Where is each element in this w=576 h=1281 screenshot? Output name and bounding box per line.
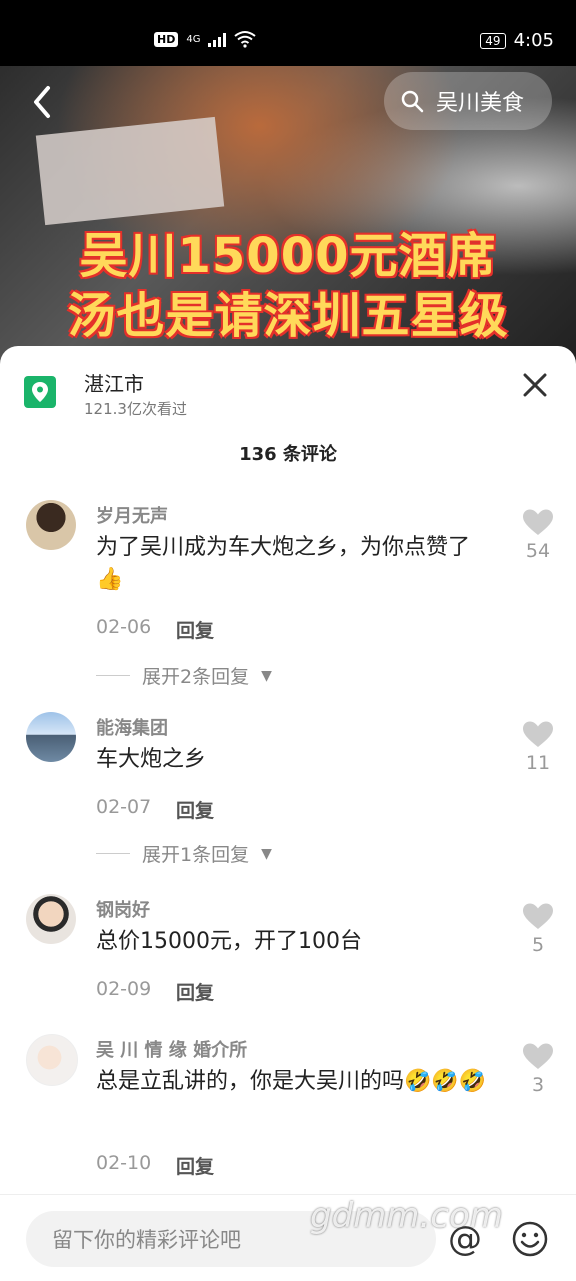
- expand-replies[interactable]: 展开1条回复 ▼: [96, 840, 272, 867]
- comment-date: 02-07: [96, 796, 152, 818]
- expand-replies-label: 展开1条回复: [142, 844, 250, 866]
- avatar[interactable]: [26, 500, 76, 550]
- comment-username[interactable]: 钢岗好: [96, 896, 150, 922]
- chevron-down-icon: ▼: [261, 845, 272, 862]
- status-bar: HD 4G 49 4:05: [0, 0, 576, 66]
- expand-replies[interactable]: 展开2条回复 ▼: [96, 662, 272, 689]
- divider: [96, 853, 130, 854]
- comment-username[interactable]: 能海集团: [96, 714, 168, 740]
- comment-date: 02-06: [96, 616, 152, 638]
- video-player[interactable]: 吴川美食 吴川15000元酒席 汤也是请深圳五星级: [0, 66, 576, 366]
- battery-icon: 49: [480, 32, 506, 49]
- comment-username[interactable]: 岁月无声: [96, 502, 168, 528]
- reply-button[interactable]: 回复: [176, 796, 214, 823]
- video-caption-line-2: 汤也是请深圳五星级: [67, 288, 509, 344]
- like-count: 54: [525, 540, 551, 562]
- hd-badge: HD: [154, 31, 179, 47]
- search-label: 吴川美食: [436, 91, 525, 116]
- location-pin-icon[interactable]: [24, 376, 56, 408]
- heart-icon[interactable]: [518, 720, 558, 748]
- search-icon: [401, 90, 424, 113]
- comment-text: 车大炮之乡: [96, 747, 207, 772]
- signal-icon: [208, 31, 227, 47]
- comment-text: 为了吴川成为车大炮之乡，为你点赞了👍: [96, 535, 471, 592]
- watermark: gdmm.com: [310, 1196, 503, 1236]
- search-pill[interactable]: 吴川美食: [384, 72, 552, 130]
- comment-date: 02-10: [96, 1152, 152, 1174]
- chevron-down-icon: ▼: [261, 667, 272, 684]
- avatar[interactable]: [26, 894, 76, 944]
- network-type: 4G: [186, 33, 201, 45]
- comment-text: 总是立乱讲的，你是大吴川的吗🤣🤣🤣: [96, 1069, 487, 1094]
- back-button[interactable]: [24, 82, 64, 122]
- heart-icon[interactable]: [518, 1042, 558, 1070]
- close-icon[interactable]: [520, 370, 550, 400]
- location-name[interactable]: 湛江市: [84, 368, 144, 397]
- clock: 4:05: [513, 30, 554, 51]
- divider: [96, 675, 130, 676]
- comment-date: 02-09: [96, 978, 152, 1000]
- emoji-icon[interactable]: [512, 1221, 548, 1257]
- avatar[interactable]: [26, 1034, 78, 1086]
- video-frame-detail: [35, 116, 225, 226]
- comments-count: 136 条评论: [239, 444, 337, 465]
- like-count: 5: [531, 934, 545, 956]
- reply-button[interactable]: 回复: [176, 1152, 214, 1179]
- reply-button[interactable]: 回复: [176, 616, 214, 643]
- avatar[interactable]: [26, 712, 76, 762]
- heart-icon[interactable]: [518, 902, 558, 930]
- comment-username[interactable]: 吴 川 情 缘 婚介所: [96, 1036, 247, 1062]
- comment-text: 总价15000元，开了100台: [96, 929, 362, 954]
- like-count: 3: [531, 1074, 545, 1096]
- comments-sheet: 湛江市 121.3亿次看过 136 条评论 岁月无声 为了吴川成为车大炮之乡，为…: [0, 346, 576, 1280]
- expand-replies-label: 展开2条回复: [142, 666, 250, 688]
- wifi-icon: [234, 31, 257, 48]
- reply-button[interactable]: 回复: [176, 978, 214, 1005]
- location-views: 121.3亿次看过: [84, 400, 187, 418]
- like-count: 11: [525, 752, 551, 774]
- heart-icon[interactable]: [518, 508, 558, 536]
